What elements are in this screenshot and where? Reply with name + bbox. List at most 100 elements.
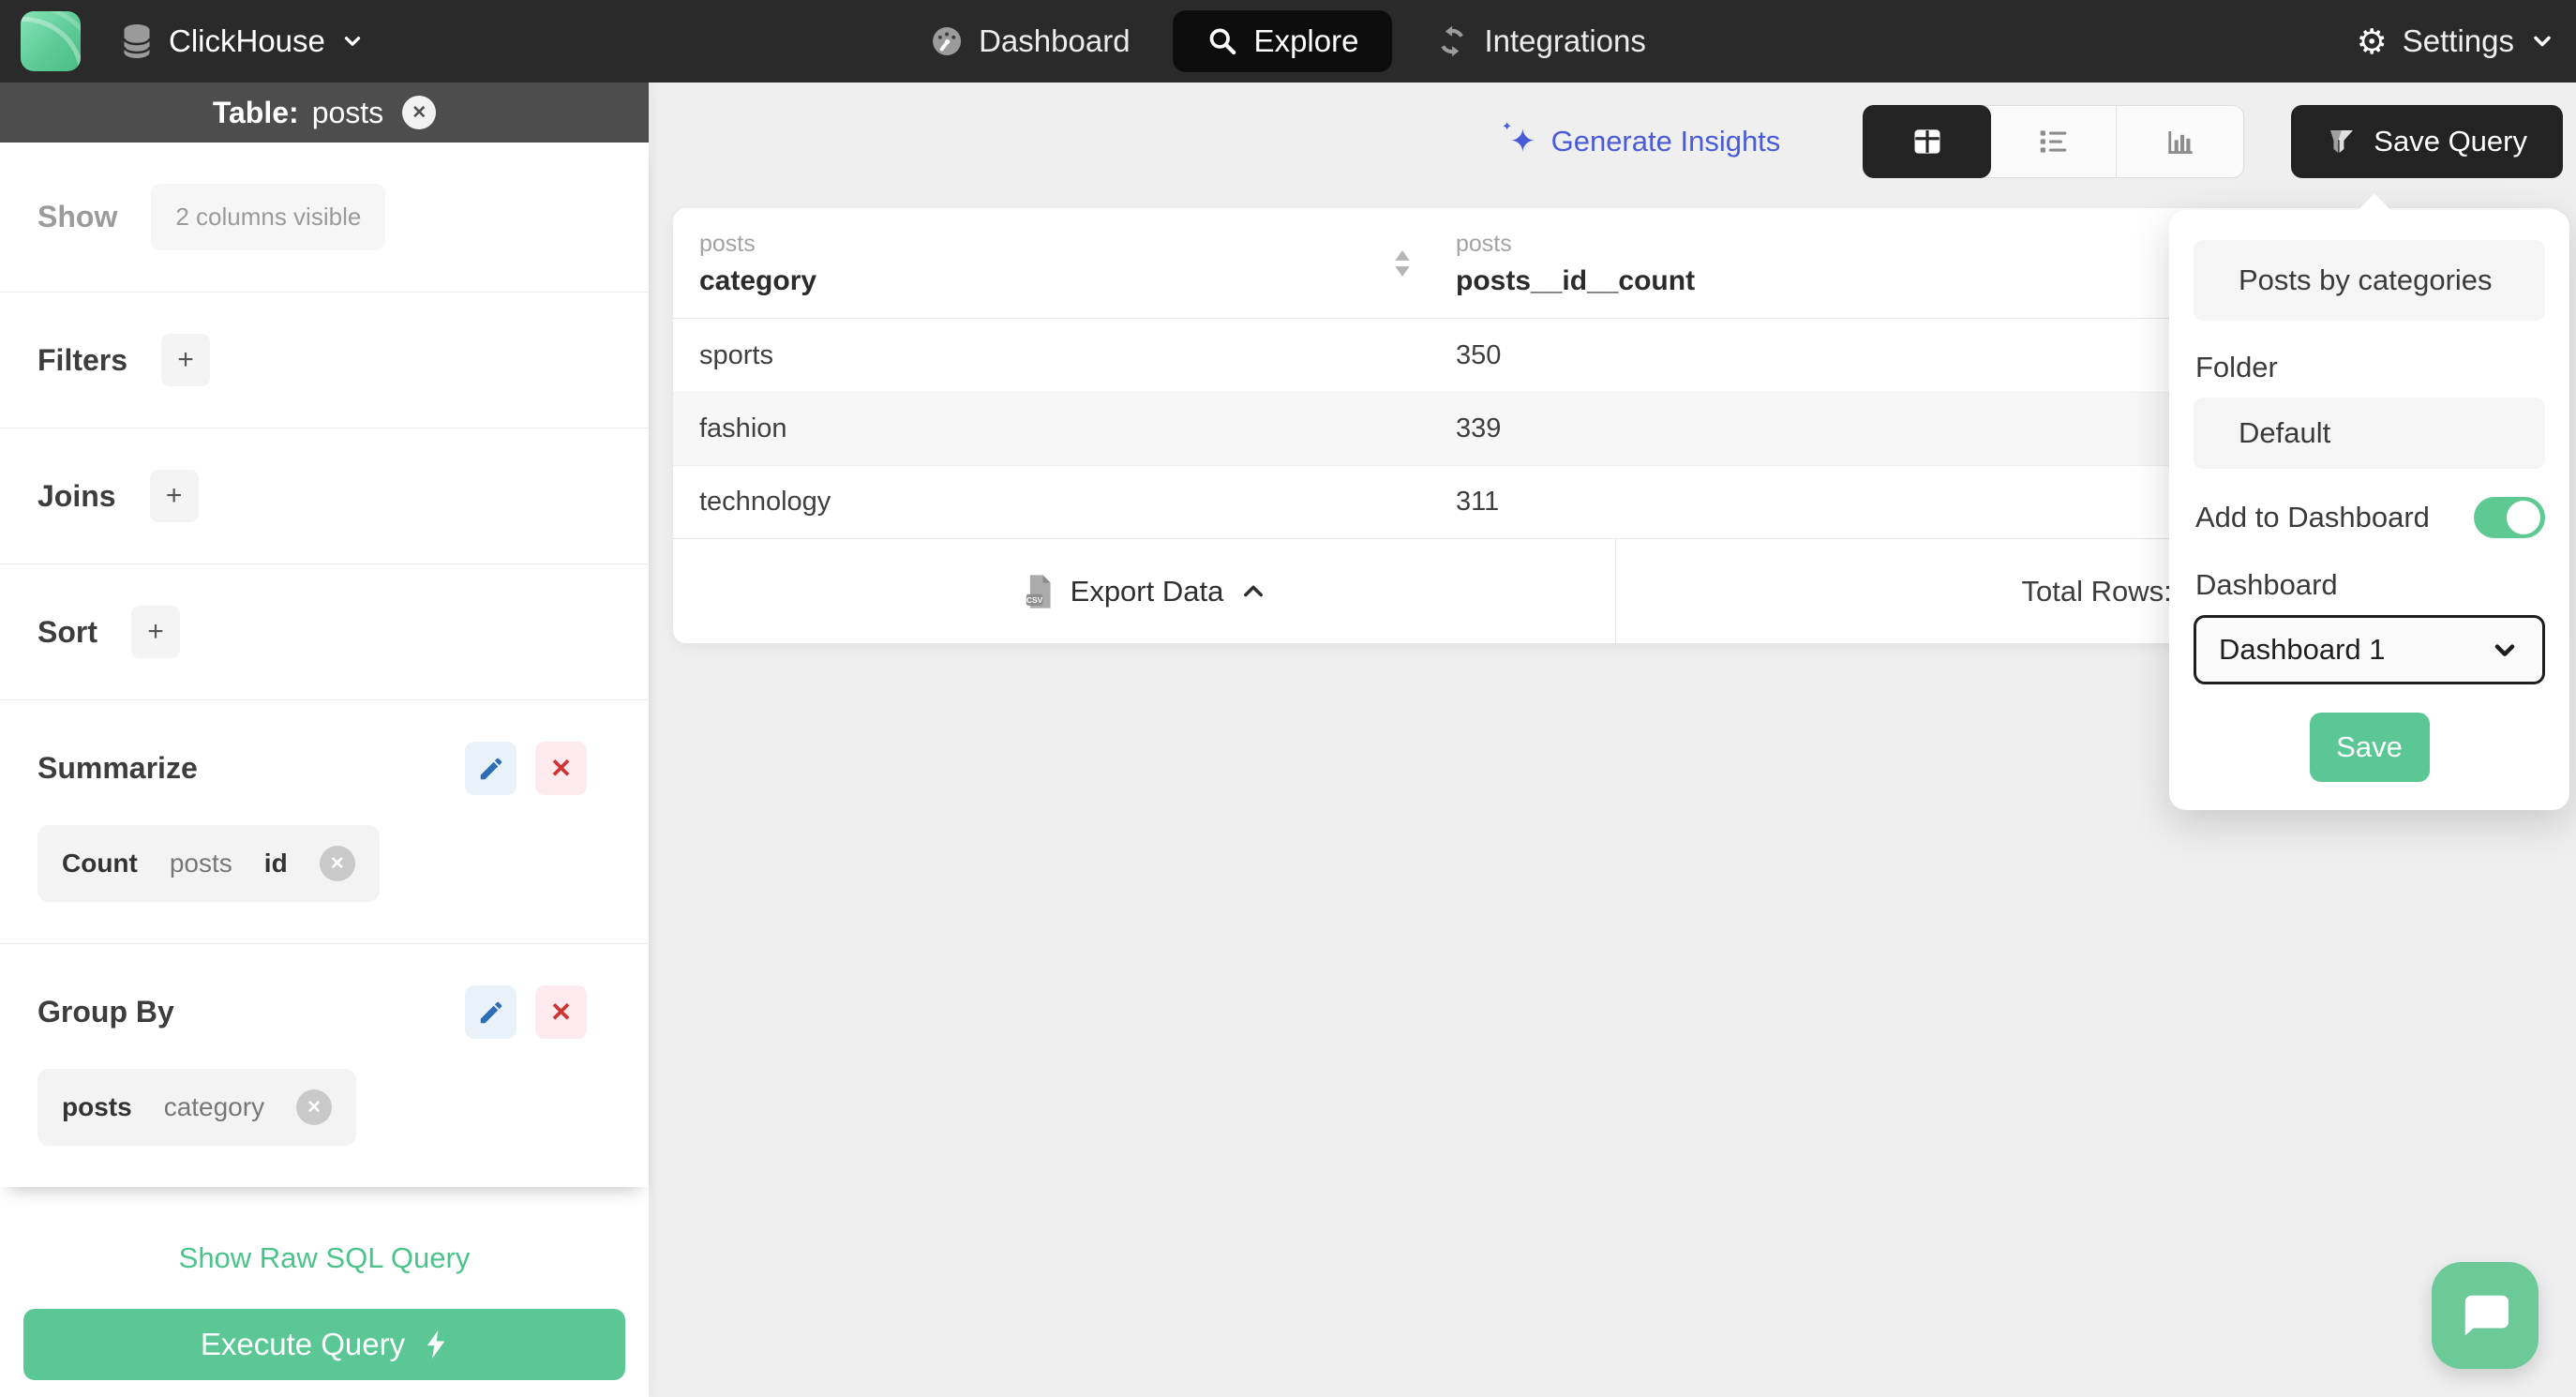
total-rows-label: Total Rows:: [2021, 574, 2172, 608]
sort-section: Sort +: [0, 564, 649, 700]
summarize-tag: Count posts id ✕: [37, 825, 380, 902]
app-logo[interactable]: [21, 11, 81, 71]
sync-icon: [1435, 24, 1469, 58]
table-prefix: Table:: [212, 95, 299, 129]
group-by-tag: posts category ✕: [37, 1069, 357, 1146]
generate-insights-label: Generate Insights: [1550, 125, 1781, 158]
filters-section: Filters +: [0, 293, 649, 428]
save-query-label: Save Query: [2374, 125, 2527, 158]
execute-query-button[interactable]: Execute Query: [23, 1309, 625, 1380]
settings-menu[interactable]: ⚙ Settings: [2357, 23, 2555, 59]
save-query-popover: Folder Add to Dashboard Dashboard Dashbo…: [2169, 193, 2569, 810]
builder-sections: Show 2 columns visible Filters + Joins +…: [0, 143, 649, 1187]
save-button[interactable]: Save: [2309, 713, 2430, 782]
speech-bubble-icon: [2458, 1290, 2512, 1341]
pencil-icon: [477, 755, 505, 783]
remove-summarize-button[interactable]: ✕: [535, 742, 587, 795]
group-column: category: [163, 1092, 265, 1121]
pencil-icon: [477, 999, 505, 1027]
remove-group-icon[interactable]: ✕: [296, 1089, 333, 1125]
sidebar-footer: Show Raw SQL Query Execute Query: [23, 1241, 625, 1380]
view-toggle-group: [1863, 105, 2245, 178]
aggregate-fn: Count: [62, 849, 138, 878]
show-raw-sql-link[interactable]: Show Raw SQL Query: [179, 1241, 471, 1275]
table-view-button[interactable]: [1863, 105, 1992, 178]
column-name: category: [699, 265, 817, 296]
cell-category: technology: [699, 487, 831, 517]
bar-chart-icon: [2163, 124, 2198, 159]
deselect-table-button[interactable]: ✕: [402, 96, 437, 129]
nav-tabs: Dashboard Explore Integrations: [930, 0, 1646, 83]
joins-label: Joins: [37, 478, 116, 513]
dashboard-select-value: Dashboard 1: [2219, 633, 2386, 666]
chevron-down-icon: [2490, 635, 2520, 665]
chevron-down-icon: [2529, 28, 2555, 54]
group-by-section: Group By ✕ posts category ✕: [0, 944, 649, 1187]
folder-label: Folder: [2195, 351, 2278, 383]
group-by-label: Group By: [37, 995, 174, 1029]
search-icon: [1207, 25, 1239, 57]
save-query-button[interactable]: Save Query: [2291, 105, 2563, 178]
group-table: posts: [62, 1092, 132, 1121]
column-header-category[interactable]: posts category: [673, 208, 1430, 318]
generate-insights-button[interactable]: ✦ Generate Insights: [1502, 119, 1781, 160]
cell-category: fashion: [699, 413, 787, 443]
tab-explore[interactable]: Explore: [1173, 10, 1393, 72]
remove-group-by-button[interactable]: ✕: [535, 985, 587, 1039]
csv-file-icon: CSV: [1022, 574, 1054, 609]
execute-query-label: Execute Query: [200, 1327, 406, 1361]
sparkle-icon: ✦: [1502, 119, 1535, 160]
tab-label: Explore: [1253, 23, 1359, 58]
chevron-down-icon: [340, 29, 365, 53]
gauge-icon: [930, 24, 964, 58]
database-icon: [120, 23, 154, 60]
add-join-button[interactable]: +: [149, 470, 199, 522]
chevron-up-icon: [1240, 580, 1266, 603]
query-builder-sidebar: Table: posts ✕ Show 2 columns visible Fi…: [0, 83, 649, 1397]
table-view-icon: [1910, 124, 1945, 159]
results-toolbar: ✦ Generate Insights: [673, 105, 2563, 178]
svg-text:CSV: CSV: [1026, 595, 1043, 605]
tab-label: Dashboard: [979, 23, 1131, 58]
cell-category: sports: [699, 339, 773, 370]
list-view-icon: [2034, 123, 2072, 160]
edit-summarize-button[interactable]: [465, 742, 517, 795]
top-navbar: ClickHouse Dashboard Explore Integration…: [0, 0, 2576, 83]
chat-widget-button[interactable]: [2432, 1262, 2539, 1369]
folder-input[interactable]: [2194, 398, 2545, 469]
export-data-label: Export Data: [1070, 574, 1224, 608]
aggregate-column: id: [263, 849, 288, 878]
aggregate-table: posts: [169, 849, 232, 878]
add-filter-button[interactable]: +: [161, 334, 211, 386]
query-name-input[interactable]: [2194, 240, 2545, 321]
settings-label: Settings: [2402, 23, 2514, 58]
tab-dashboard[interactable]: Dashboard: [930, 23, 1131, 59]
list-view-button[interactable]: [1990, 106, 2118, 177]
column-group: posts: [699, 231, 756, 257]
dashboard-label: Dashboard: [2195, 568, 2338, 601]
edit-group-by-button[interactable]: [465, 985, 517, 1039]
lightning-icon: [424, 1330, 448, 1359]
gear-icon: ⚙: [2356, 21, 2388, 62]
connection-dropdown[interactable]: ClickHouse: [120, 23, 365, 60]
add-to-dashboard-label: Add to Dashboard: [2195, 501, 2430, 533]
columns-visible-chip[interactable]: 2 columns visible: [151, 184, 386, 250]
funnel-icon: [2327, 127, 2357, 157]
toggle-knob: [2507, 501, 2540, 534]
show-section: Show 2 columns visible: [0, 143, 649, 293]
connection-name: ClickHouse: [169, 23, 325, 58]
sort-arrows-icon[interactable]: [1390, 248, 1415, 279]
summarize-label: Summarize: [37, 751, 198, 785]
joins-section: Joins +: [0, 428, 649, 564]
selected-table-bar: Table: posts ✕: [0, 83, 649, 143]
add-sort-button[interactable]: +: [131, 606, 180, 658]
export-data-button[interactable]: CSV Export Data: [673, 539, 1616, 643]
chart-view-button[interactable]: [2117, 106, 2243, 177]
remove-aggregate-icon[interactable]: ✕: [319, 846, 355, 881]
show-label: Show: [37, 200, 118, 233]
filters-label: Filters: [37, 342, 128, 377]
sort-label: Sort: [37, 614, 97, 649]
add-to-dashboard-toggle[interactable]: [2474, 497, 2545, 538]
tab-integrations[interactable]: Integrations: [1435, 23, 1646, 59]
dashboard-select[interactable]: Dashboard 1: [2194, 615, 2545, 684]
